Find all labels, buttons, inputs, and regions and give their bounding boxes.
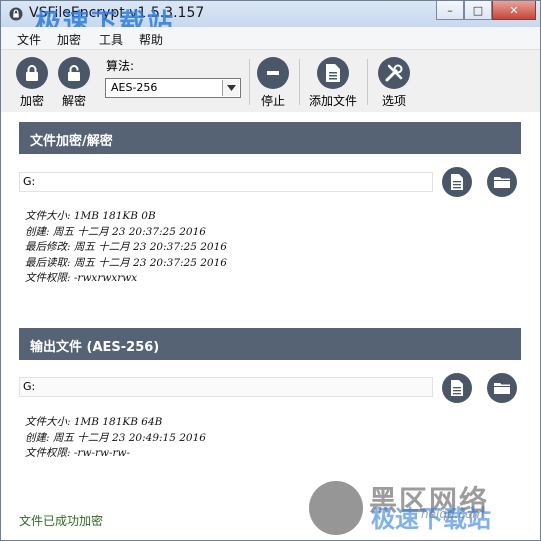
minimize-icon: – [447,3,453,17]
lock-closed-icon [16,57,48,89]
stop-button[interactable]: 停止 [250,57,296,109]
input-info-created: 创建: 周五 十二月 23 20:37:25 2016 [25,225,206,238]
maximize-button[interactable]: □ [464,1,492,20]
decrypt-label: 解密 [61,94,86,108]
algorithm-select[interactable]: AES-256 [105,78,241,98]
menu-help[interactable]: 帮助 [139,31,163,48]
input-folder-button[interactable] [487,167,517,197]
input-document-button[interactable] [442,167,472,197]
folder-icon [494,383,510,394]
input-section-header: 文件加密/解密 [19,122,521,154]
document-icon [451,174,463,190]
output-section-header: 输出文件 (AES-256) [19,328,521,360]
add-file-label: 添加文件 [308,94,357,108]
folder-icon [494,177,510,188]
toolbar-separator [367,59,368,105]
encrypt-button[interactable]: 加密 [9,57,55,109]
watermark-url: heiqu.com [421,507,484,521]
input-info-accessed: 最后读取: 周五 十二月 23 20:37:25 2016 [25,256,227,269]
encrypt-label: 加密 [19,94,44,108]
menu-bar: 文件 加密 工具 帮助 [1,27,540,50]
menu-tools[interactable]: 工具 [99,31,123,48]
algorithm-value: AES-256 [111,81,158,94]
lock-app-icon [9,7,23,21]
output-info-size: 文件大小: 1MB 181KB 64B [25,416,163,428]
document-icon [317,57,349,89]
menu-encrypt[interactable]: 加密 [57,31,81,48]
close-button[interactable]: ✕ [492,1,536,20]
decrypt-button[interactable]: 解密 [51,57,97,109]
output-path-field[interactable]: G: [19,377,433,397]
input-info-size: 文件大小: 1MB 181KB 0B [25,210,156,222]
input-file-info: 文件大小: 1MB 181KB 0B 创建: 周五 十二月 23 20:37:2… [25,209,227,287]
chevron-down-icon[interactable] [222,80,239,96]
close-icon: ✕ [509,3,519,17]
input-path-field[interactable]: G: [19,172,433,192]
watermark: 黑区网络 极速下载站 heiqu.com [309,479,534,537]
algorithm-label: 算法: [106,59,135,73]
app-window: VSFileEncrypt v1.5.3.157 极速下载站 – □ ✕ 文件 … [0,0,541,541]
add-file-button[interactable]: 添加文件 [307,57,359,109]
lock-open-icon [58,57,90,89]
maximize-icon: □ [472,3,484,17]
status-text: 文件已成功加密 [19,514,104,528]
input-section-title: 文件加密/解密 [30,134,113,149]
document-icon [451,380,463,396]
menu-file[interactable]: 文件 [17,31,41,48]
output-info-created: 创建: 周五 十二月 23 20:49:15 2016 [25,431,206,444]
title-bar[interactable]: VSFileEncrypt v1.5.3.157 极速下载站 – □ ✕ [1,1,540,39]
options-label: 选项 [381,94,406,108]
output-folder-button[interactable] [487,373,517,403]
toolbar-separator [299,59,300,105]
options-button[interactable]: 选项 [371,57,417,109]
output-info-permissions: 文件权限: -rw-rw-rw- [25,447,131,459]
stop-label: 停止 [260,94,285,108]
output-document-button[interactable] [442,373,472,403]
minimize-button[interactable]: – [436,1,464,20]
watermark-logo [309,481,363,535]
input-info-modified: 最后修改: 周五 十二月 23 20:37:25 2016 [25,241,227,253]
stop-icon [257,57,289,89]
tools-icon [378,57,410,89]
window-controls: – □ ✕ [436,1,536,20]
output-section-title: 输出文件 (AES-256) [30,340,160,355]
output-file-info: 文件大小: 1MB 181KB 64B 创建: 周五 十二月 23 20:49:… [25,415,206,462]
input-info-permissions: 文件权限: -rwxrwxrwx [25,272,138,284]
